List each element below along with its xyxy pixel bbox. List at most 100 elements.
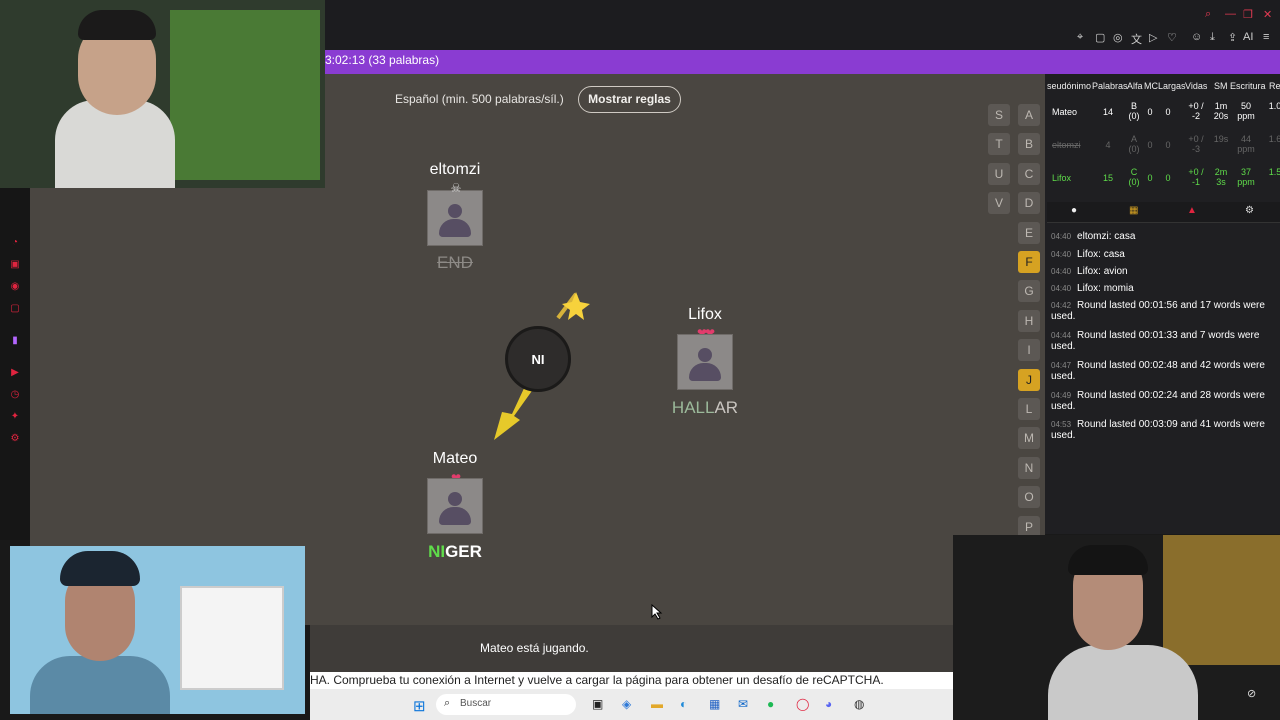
close-icon[interactable]: ✕	[1263, 8, 1272, 21]
letter-u: U	[988, 162, 1010, 185]
score-cell-name: Mateo	[1052, 107, 1078, 117]
browser-toolbar: ⌕ — ❐ ✕ ⌖ ▢ ◎ 文 ▷ ♡ ☺ ⤓ ⇪ AI ≡	[325, 0, 1280, 50]
col-alpha: Alfa	[1127, 81, 1143, 91]
chat-text: Round lasted 00:02:48 and 42 words were …	[1051, 360, 1265, 382]
windows-start-icon[interactable]: ⊞	[413, 697, 426, 715]
folder-icon[interactable]: ▬	[651, 697, 663, 711]
profile-icon[interactable]: ☺	[1191, 31, 1202, 43]
minimize-icon[interactable]: —	[1225, 8, 1236, 20]
show-rules-button[interactable]: Mostrar reglas	[578, 86, 681, 113]
obs-icon[interactable]: ◍	[854, 697, 864, 711]
avatar	[427, 190, 483, 246]
photos-icon[interactable]: ◈	[622, 697, 631, 711]
letter-b: B	[1018, 133, 1040, 156]
tab-players-icon[interactable]: ▦	[1129, 205, 1138, 216]
chat-text: Round lasted 00:01:33 and 7 words were u…	[1051, 330, 1260, 352]
score-cell-largas: 0	[1165, 173, 1171, 183]
mouse-cursor-icon	[651, 604, 663, 620]
col-re: Re	[1269, 81, 1280, 91]
sidebar-history-icon[interactable]: ◷	[9, 390, 21, 400]
chat-message: 04:40 Lifox: momia	[1051, 283, 1279, 294]
search-icon[interactable]: ⌕	[1205, 8, 1211, 21]
score-cell-re: 1.6	[1268, 134, 1280, 144]
letter-c: C	[1018, 162, 1040, 185]
sidebar-messenger-icon[interactable]: ◉	[9, 282, 21, 292]
ai-icon[interactable]: AI	[1243, 31, 1253, 43]
sidebar-twitch-icon[interactable]: ▮	[9, 336, 21, 346]
edge-icon[interactable]: ◐	[680, 697, 687, 711]
maximize-icon[interactable]: ❐	[1243, 8, 1253, 21]
chat-message: 04:42 Round lasted 00:01:56 and 17 words …	[1051, 300, 1279, 322]
score-cell-re: 1.0	[1268, 101, 1280, 111]
menu-icon[interactable]: ≡	[1263, 31, 1269, 43]
letter-l: L	[1018, 398, 1040, 420]
score-cell-sm: 1m 20s	[1213, 101, 1229, 121]
sidebar-player-icon[interactable]: ▶	[9, 368, 21, 378]
spotify-icon[interactable]: ●	[767, 697, 774, 711]
letter-j: J	[1018, 368, 1040, 391]
letter-n: N	[1018, 456, 1040, 479]
player-name-mateo: Mateo	[432, 450, 478, 467]
col-long: Largas	[1158, 81, 1186, 91]
browser-sidebar: ◔ ▣ ◉ ▢ ▮ ▶ ◷ ✦ ⚙	[0, 188, 30, 540]
score-cell-esc: 44 ppm	[1237, 134, 1255, 154]
chat-text: eltomzi: casa	[1077, 231, 1136, 242]
chat-message: 04:44 Round lasted 00:01:33 and 7 words w…	[1051, 330, 1279, 352]
sidebar-ai-icon[interactable]: ◔	[9, 238, 21, 248]
task-view-icon[interactable]: ▣	[592, 697, 603, 711]
word-rest: AR	[714, 398, 739, 417]
tab-settings-icon[interactable]: ⚙	[1245, 205, 1254, 216]
chat-text: Lifox: casa	[1077, 249, 1125, 260]
score-cell-largas: 0	[1165, 107, 1171, 117]
pin-icon[interactable]: ⌖	[1077, 31, 1083, 44]
score-cell-words: 14	[1102, 107, 1113, 117]
chat-message: 04:49 Round lasted 00:02:24 and 28 words …	[1051, 390, 1279, 412]
chat-message: 04:40 eltomzi: casa	[1051, 231, 1279, 242]
letter-g: G	[1018, 280, 1040, 303]
sidebar-extensions-icon[interactable]: ✦	[9, 412, 21, 422]
letter-i: I	[1018, 339, 1040, 362]
snapshot-icon[interactable]: ▢	[1095, 31, 1105, 44]
letter-f: F	[1018, 251, 1040, 273]
score-cell-mc: 0	[1147, 140, 1153, 150]
avatar	[677, 334, 733, 390]
tab-room-icon[interactable]: ▲	[1187, 205, 1197, 216]
sidebar-settings-icon[interactable]: ⚙	[9, 434, 21, 444]
play-icon[interactable]: ▷	[1149, 31, 1157, 44]
round-timer: 3:02:13 (33 palabras)	[325, 53, 440, 67]
word-match: NI	[428, 542, 446, 561]
player-word-eltomzi: END	[437, 253, 473, 272]
chat-time: 04:40	[1051, 267, 1072, 276]
chat-time: 04:44	[1051, 331, 1072, 340]
score-cell-vidas: +0 / -1	[1188, 167, 1204, 187]
search-placeholder: Buscar	[460, 698, 492, 709]
discord-icon[interactable]: ◕	[825, 697, 832, 711]
score-cell-words: 15	[1102, 173, 1113, 183]
taskbar-search-input[interactable]: ⌕ Buscar	[436, 694, 576, 715]
translate-icon[interactable]: 文	[1131, 31, 1142, 47]
shield-icon[interactable]: ◎	[1113, 31, 1123, 44]
tab-chat-icon[interactable]: ●	[1071, 205, 1077, 216]
opera-icon[interactable]: ◯	[796, 697, 809, 711]
heart-icon[interactable]: ♡	[1167, 31, 1177, 44]
score-cell-words: 4	[1105, 140, 1111, 150]
score-cell-vidas: +0 / -3	[1188, 134, 1204, 154]
dead-skull-icon: ☠	[450, 181, 462, 195]
word-match: HALL	[671, 398, 715, 417]
arrow-icon	[494, 384, 534, 440]
sidebar-bag-icon[interactable]: ▣	[9, 260, 21, 270]
letter-o: O	[1018, 486, 1040, 509]
captcha-warning: HA. Comprueba tu conexión a Internet y v…	[310, 672, 953, 689]
download-icon[interactable]: ⤓	[1210, 31, 1215, 44]
store-icon[interactable]: ▦	[709, 697, 720, 711]
outlook-icon[interactable]: ✉	[738, 697, 748, 711]
sidebar-instagram-icon[interactable]: ▢	[9, 304, 21, 314]
panel-tabs: ● ▦ ▲ ⚙	[1047, 202, 1280, 223]
score-cell-re: 1.5	[1268, 167, 1280, 177]
spark-icon	[562, 292, 590, 320]
score-cell-esc: 50 ppm	[1237, 101, 1255, 121]
letter-a: A	[1018, 104, 1040, 126]
letter-t: T	[988, 133, 1010, 156]
letter-d: D	[1018, 192, 1040, 215]
share-icon[interactable]: ⇪	[1228, 31, 1237, 44]
